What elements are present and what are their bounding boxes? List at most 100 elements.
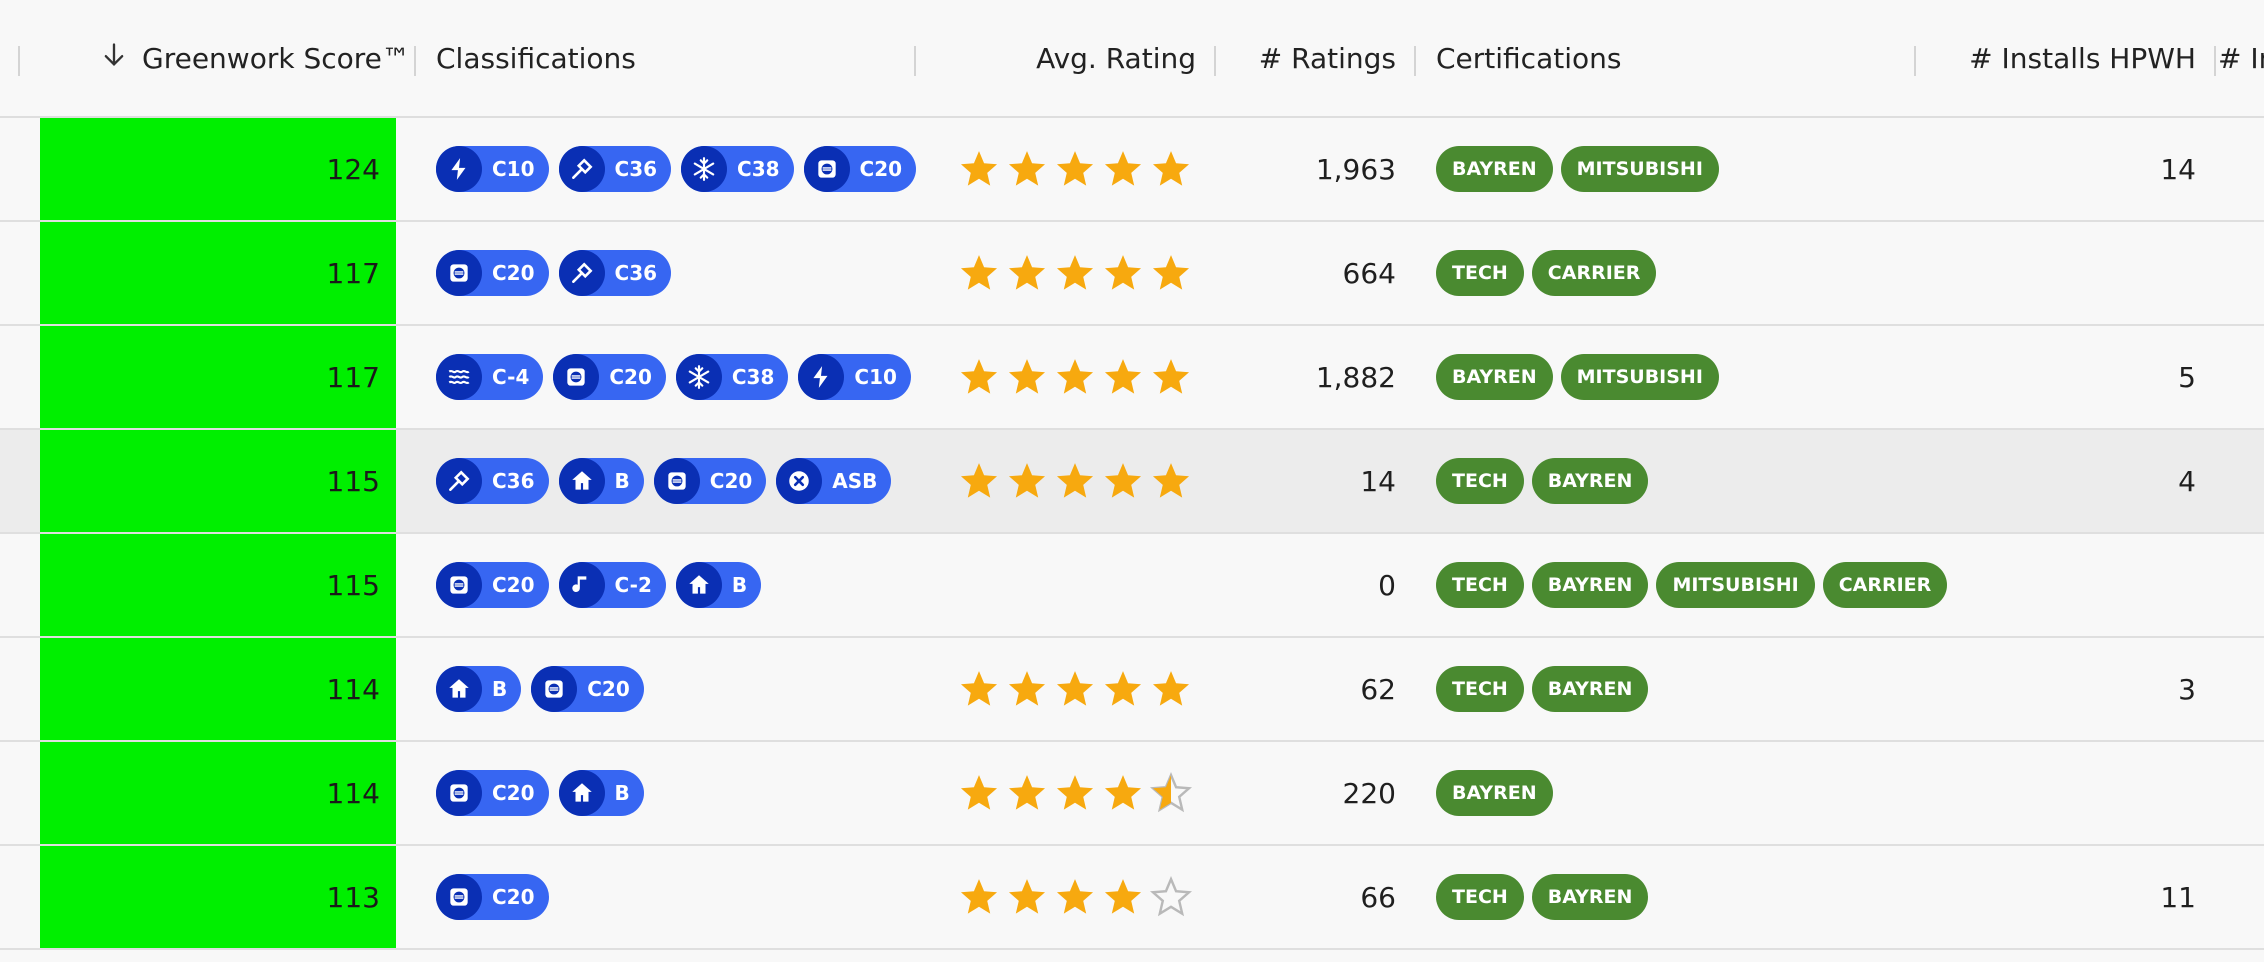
star-filled-icon — [1056, 879, 1094, 914]
star-empty-icon — [1150, 876, 1192, 917]
certification-badge: BAYREN — [1531, 666, 1649, 712]
greenwork-score-cell: 113 — [40, 846, 396, 948]
column-header-installs[interactable]: # Installs HPWH — [1920, 0, 2196, 116]
avg-rating-cell — [958, 430, 1192, 532]
wrench-icon — [558, 146, 605, 192]
classifications-cell: C20 C36 — [436, 222, 672, 324]
star-filled-icon — [960, 775, 998, 810]
star-filled-icon — [1008, 775, 1046, 810]
classification-chip[interactable]: C-2 — [558, 562, 666, 608]
certification-badge: MITSUBISHI — [1656, 562, 1815, 608]
avg-rating-cell — [958, 118, 1192, 220]
classification-chip[interactable]: C20 — [553, 354, 666, 400]
classification-chip[interactable]: C20 — [436, 770, 549, 816]
sort-descending-icon[interactable] — [100, 41, 128, 76]
classification-label: C20 — [709, 469, 753, 493]
classifications-cell: B C20 — [436, 638, 644, 740]
column-header-label: # Ratings — [1258, 41, 1396, 75]
classification-chip[interactable]: C38 — [681, 146, 794, 192]
classification-label: C20 — [587, 677, 630, 701]
star-filled-icon — [960, 359, 998, 394]
classification-chip[interactable]: C36 — [436, 458, 549, 504]
column-header-next[interactable]: # In — [2218, 0, 2264, 116]
classification-chip[interactable]: C-4 — [436, 354, 544, 400]
column-header-certifications[interactable]: Certifications — [1436, 0, 1621, 116]
classification-chip[interactable]: C20 — [436, 562, 549, 608]
classification-chip[interactable]: B — [675, 562, 762, 608]
score-value: 115 — [326, 464, 380, 498]
column-header-label: Classifications — [436, 41, 636, 75]
score-value: 114 — [326, 672, 380, 706]
classification-label: C20 — [492, 885, 535, 909]
classification-chip[interactable]: C20 — [436, 874, 549, 920]
star-filled-icon — [1008, 255, 1046, 290]
installs-cell — [1920, 742, 2196, 844]
column-resize-handle[interactable] — [2214, 46, 2216, 76]
star-filled-icon — [1056, 151, 1094, 186]
classification-chip[interactable]: C36 — [558, 146, 672, 192]
table-row[interactable]: 114 C20 B 220 BAYREN — [0, 742, 2264, 846]
star-filled-icon — [960, 255, 998, 290]
classifications-cell: C20 B — [436, 742, 644, 844]
table-row[interactable]: 114 B C20 62 TECH BAYREN 3 — [0, 638, 2264, 742]
classification-label: C-4 — [492, 365, 530, 389]
avg-rating-cell — [958, 326, 1192, 428]
panel-icon — [436, 562, 482, 608]
classification-chip[interactable]: C20 — [653, 458, 767, 504]
score-value: 114 — [326, 776, 380, 810]
installs-cell: 4 — [1920, 430, 2196, 532]
classification-chip[interactable]: B — [558, 458, 644, 504]
classifications-cell: C20 — [436, 846, 549, 948]
column-resize-handle[interactable] — [1214, 46, 1216, 76]
table-row[interactable]: 124 C10 C36 C38 C20 1,963 BAYREN MITSUBISHI 14 — [0, 118, 2264, 222]
classification-chip[interactable]: C10 — [436, 146, 549, 192]
classification-chip[interactable]: C36 — [558, 250, 672, 296]
classification-chip[interactable]: C10 — [798, 354, 911, 400]
star-filled-icon — [1008, 879, 1046, 914]
column-header-label: # In — [2218, 41, 2264, 75]
classification-label: C20 — [609, 365, 652, 389]
house-icon — [436, 666, 482, 712]
classification-label: C38 — [737, 157, 780, 181]
column-header-avg-rating[interactable]: Avg. Rating — [924, 0, 1196, 116]
table-row[interactable]: 117 C-4 C20 C38 C10 1,882 BAYREN MITSUBISHI 5 — [0, 326, 2264, 430]
classification-chip[interactable]: B — [558, 770, 644, 816]
greenwork-score-cell: 124 — [40, 118, 396, 220]
installs-count: 14 — [2160, 152, 2196, 186]
classification-chip[interactable]: C38 — [675, 354, 789, 400]
column-header-label: Greenwork Score™ — [142, 41, 410, 75]
table-row[interactable]: 113 C20 66 TECH BAYREN 11 — [0, 846, 2264, 950]
classification-chip[interactable]: B — [436, 666, 522, 712]
classification-label: B — [614, 781, 630, 805]
table-row[interactable]: 117 C20 C36 664 TECH CARRIER — [0, 222, 2264, 326]
star-filled-icon — [1104, 775, 1142, 810]
column-resize-handle[interactable] — [414, 46, 416, 76]
panel-icon — [436, 874, 482, 920]
column-resize-handle[interactable] — [1914, 46, 1916, 76]
classification-chip[interactable]: C20 — [436, 250, 549, 296]
table-row[interactable]: 115 C36 B C20 ASB 14 TECH BAYREN 4 — [0, 430, 2264, 534]
lightning-icon — [798, 354, 845, 400]
star-filled-icon — [1008, 671, 1046, 706]
x-circle-icon — [776, 458, 823, 504]
column-resize-handle[interactable] — [914, 46, 916, 76]
installs-count: 4 — [2178, 464, 2196, 498]
table-row[interactable]: 115 C20 C-2 B 0 TECH BAYREN MITSUBISHI CARRIER — [0, 534, 2264, 638]
certifications-cell: BAYREN MITSUBISHI — [1436, 118, 1719, 220]
score-value: 124 — [326, 152, 380, 186]
classification-chip[interactable]: C20 — [531, 666, 644, 712]
star-filled-icon — [1104, 879, 1142, 914]
classification-chip[interactable]: C20 — [803, 146, 917, 192]
column-resize-handle[interactable] — [1414, 46, 1416, 76]
music-note-icon — [558, 562, 605, 608]
star-filled-icon — [960, 879, 998, 914]
data-grid: Greenwork Score™ Classifications Avg. Ra… — [0, 0, 2264, 962]
column-resize-handle[interactable] — [18, 46, 20, 76]
ratings-count-cell: 0 — [1220, 534, 1396, 636]
column-header-classifications[interactable]: Classifications — [436, 0, 636, 116]
column-header-ratings[interactable]: # Ratings — [1220, 0, 1396, 116]
classification-chip[interactable]: ASB — [776, 458, 892, 504]
column-header-score[interactable]: Greenwork Score™ — [100, 0, 410, 116]
star-filled-icon — [1008, 463, 1046, 498]
classifications-cell: C10 C36 C38 C20 — [436, 118, 917, 220]
